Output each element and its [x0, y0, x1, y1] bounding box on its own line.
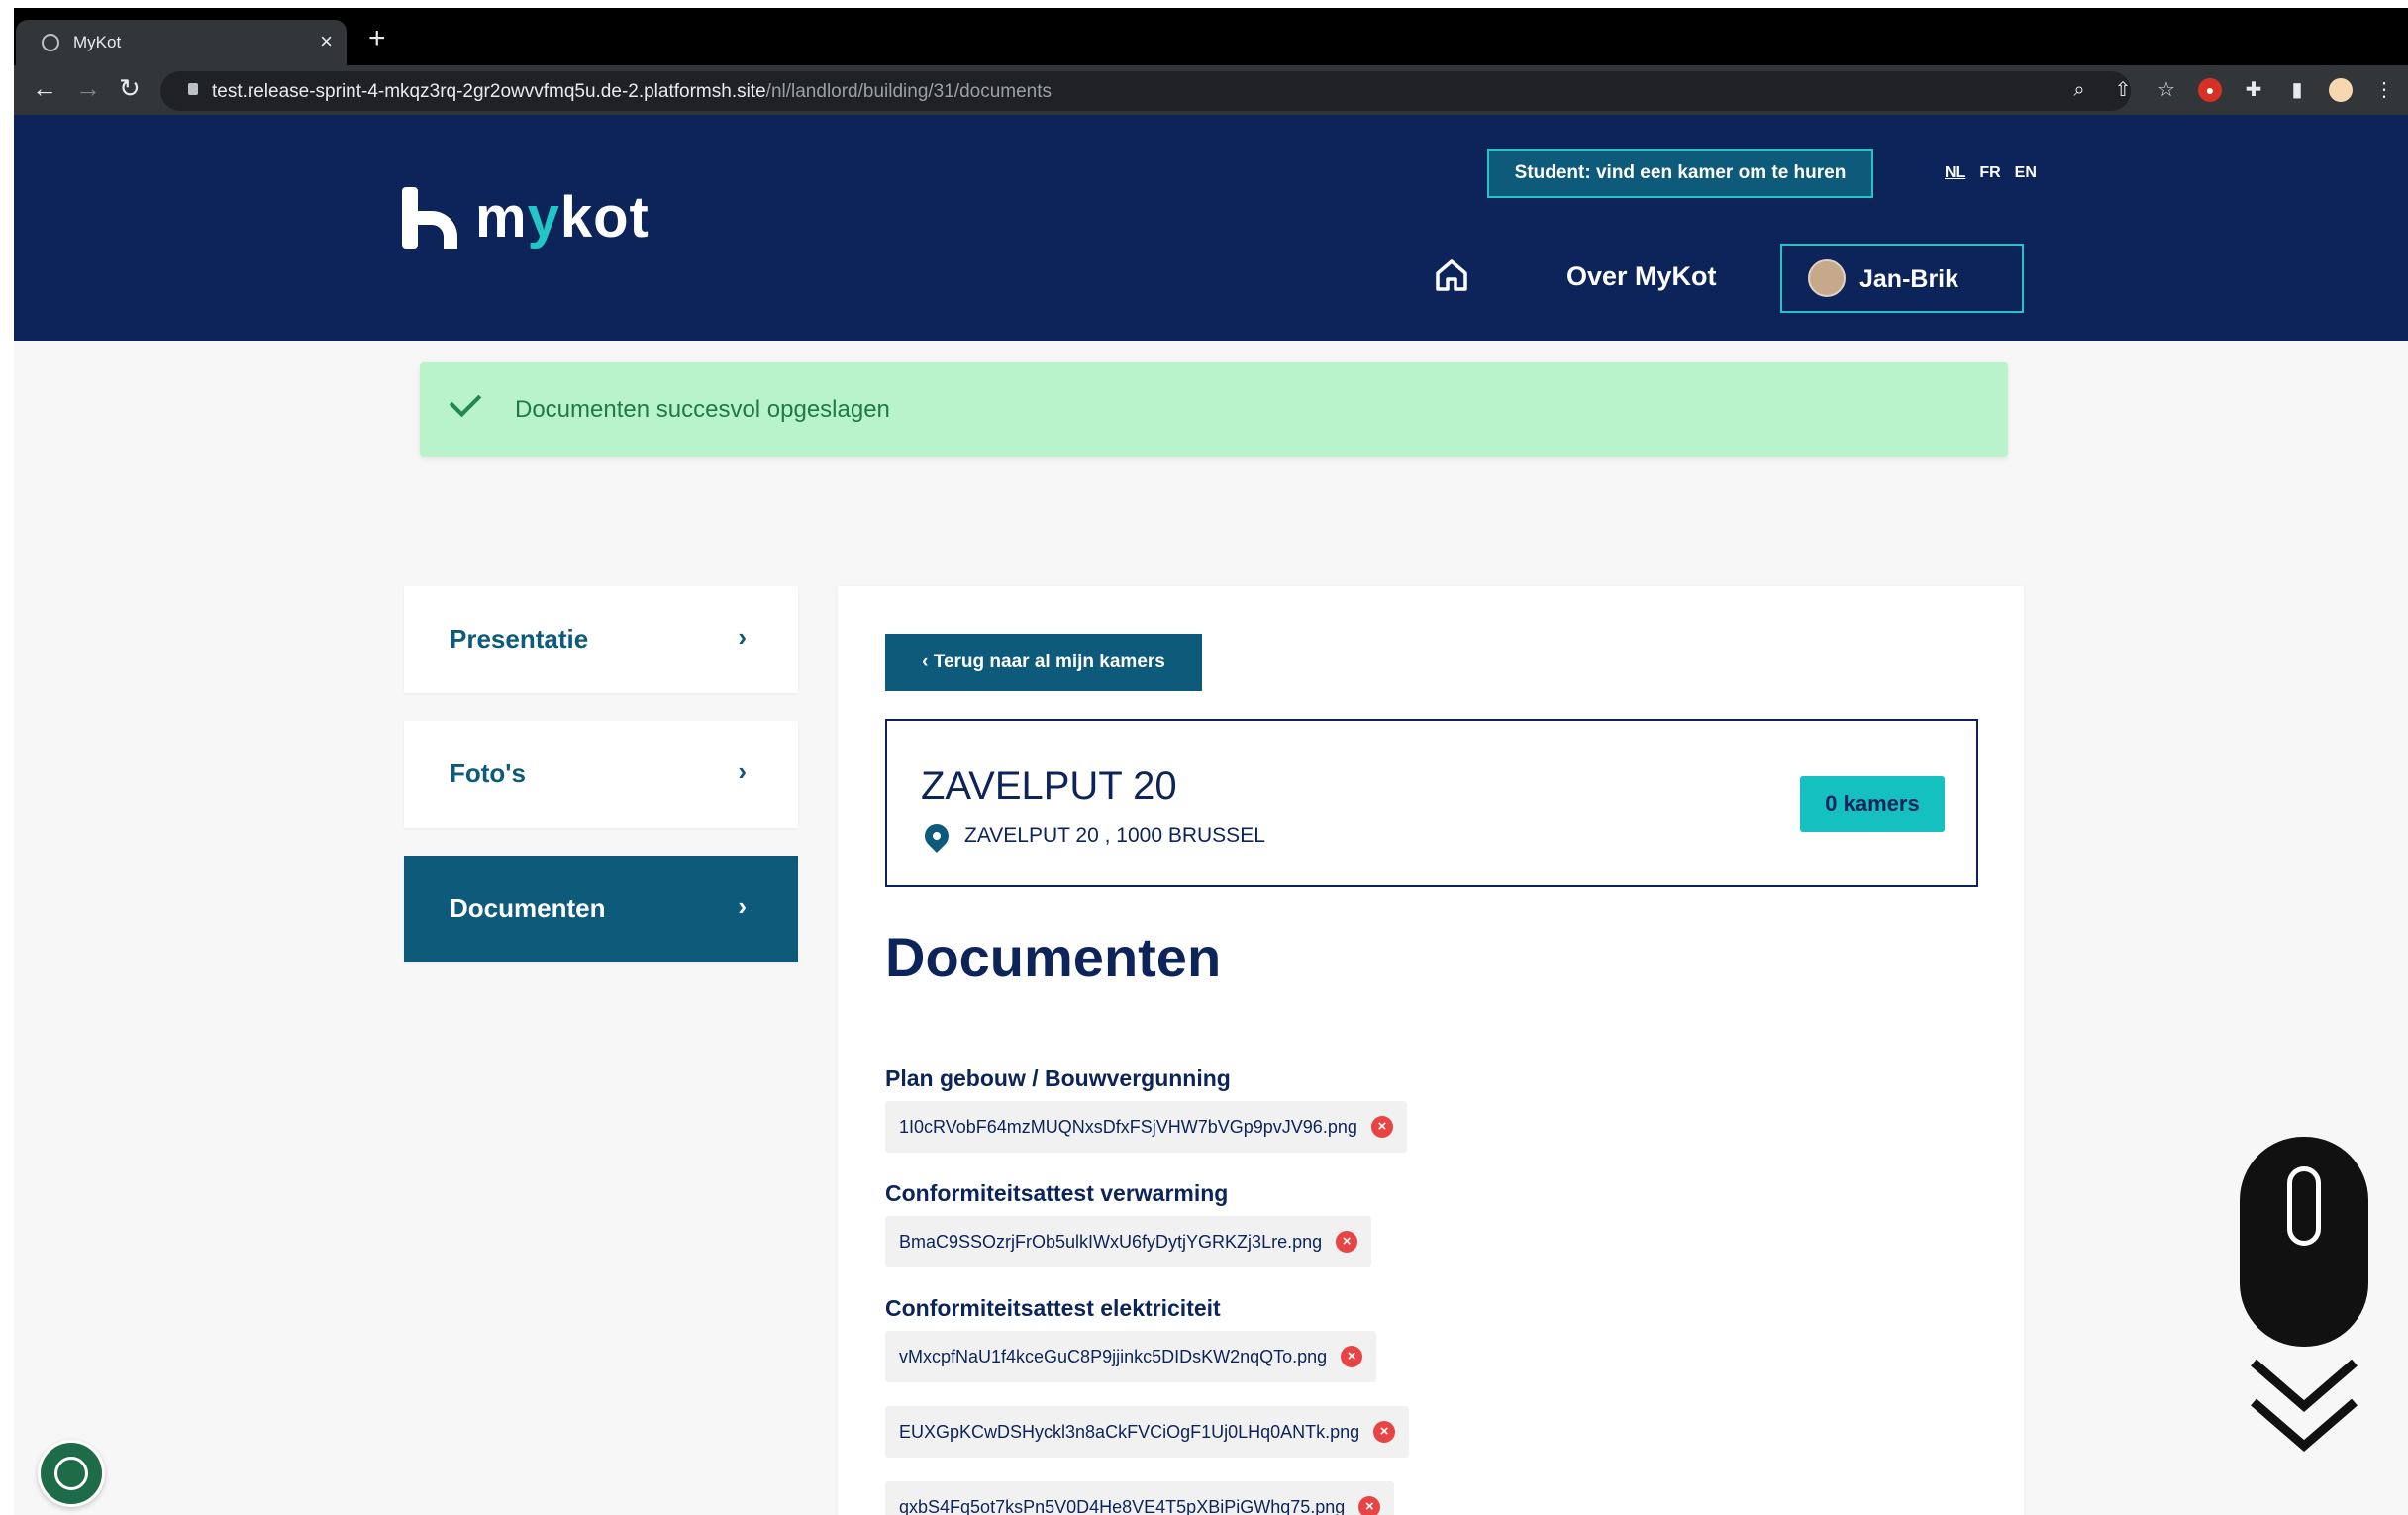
user-name: Jan-Brik [1859, 265, 1959, 293]
language-switcher: NL FR EN [1945, 164, 2037, 182]
back-arrow-icon[interactable]: ← [32, 73, 57, 104]
close-tab-icon[interactable]: × [320, 29, 333, 54]
remove-file-icon[interactable]: × [1336, 1231, 1358, 1253]
sidebar-item-label: Presentatie [450, 624, 589, 654]
side-panel-icon[interactable]: ▮ [2285, 78, 2309, 102]
student-find-room-button[interactable]: Student: vind een kamer om te huren [1487, 149, 1873, 198]
lock-icon [188, 83, 198, 95]
extensions-puzzle-icon[interactable]: ✚ [2242, 78, 2265, 102]
file-name[interactable]: vMxcpfNaU1f4kceGuC8P9jjinkc5DIDsKW2nqQTo… [899, 1347, 1327, 1367]
back-to-rooms-button[interactable]: ‹ Terug naar al mijn kamers [885, 634, 1202, 691]
logo-text-part: kot [559, 185, 650, 250]
checkmark-icon [449, 384, 482, 418]
browser-tab-strip: MyKot × + [14, 8, 2408, 65]
scroll-down-hint [2240, 1137, 2368, 1469]
url-path: /nl/landlord/building/31/documents [765, 81, 1053, 102]
logo-text-accent: y [527, 185, 560, 250]
building-name: ZAVELPUT 20 [921, 764, 1177, 808]
about-mykot-link[interactable]: Over MyKot [1566, 261, 1717, 292]
share-icon[interactable]: ⇧ [2111, 78, 2135, 102]
mouse-icon [2240, 1137, 2368, 1347]
remove-file-icon[interactable]: × [1370, 1116, 1393, 1138]
zoom-icon[interactable]: ⌕ [2067, 78, 2091, 102]
logo-k-icon [402, 186, 459, 249]
lang-en[interactable]: EN [2015, 164, 2037, 182]
forward-arrow-icon[interactable]: → [75, 73, 101, 104]
browser-toolbar: ← → ↻ test.release-sprint-4-mkqz3rq-2gr2… [14, 65, 2408, 115]
url-host: test.release-sprint-4-mkqz3rq-2gr2owvvfm… [212, 81, 766, 102]
file-name[interactable]: EUXGpKCwDSHyckl3n8aCkFVCiOgF1Uj0LHq0ANTk… [899, 1422, 1359, 1443]
file-name[interactable]: qxbS4Fq5ot7ksPn5V0D4He8VE4T5pXBiPiGWhq75… [899, 1497, 1345, 1515]
chevron-right-icon: › [738, 622, 747, 652]
lang-fr[interactable]: FR [1979, 164, 2000, 182]
mykot-logo[interactable]: mykot [402, 184, 650, 251]
page-title: Documenten [885, 926, 1222, 988]
address-bar[interactable]: test.release-sprint-4-mkqz3rq-2gr2owvvfm… [160, 71, 2131, 111]
alert-message: Documenten succesvol opgeslagen [515, 396, 890, 423]
menu-icon[interactable]: ⋮ [2372, 78, 2396, 102]
browser-toolbar-icons: ⌕ ⇧ ☆ ● ✚ ▮ ⋮ [2067, 73, 2396, 107]
section-label-electricity: Conformiteitsattest elektriciteit [885, 1295, 1221, 1321]
chevron-right-icon: › [738, 757, 747, 786]
file-chip: vMxcpfNaU1f4kceGuC8P9jjinkc5DIDsKW2nqQTo… [885, 1331, 1377, 1382]
logo-text-part: m [475, 185, 528, 250]
file-chip: 1I0cRVobF64mzMUQNxsDfxFSjVHW7bVGp9pvJV96… [885, 1101, 1407, 1153]
reload-icon[interactable]: ↻ [119, 73, 141, 104]
profile-avatar-icon[interactable] [2329, 78, 2353, 102]
remove-file-icon[interactable]: × [1373, 1421, 1396, 1443]
cookie-settings-button[interactable] [38, 1440, 105, 1507]
remove-file-icon[interactable]: × [1341, 1346, 1363, 1367]
globe-icon [42, 34, 59, 51]
file-name[interactable]: 1I0cRVobF64mzMUQNxsDfxFSjVHW7bVGp9pvJV96… [899, 1117, 1357, 1138]
tab-title: MyKot [73, 33, 122, 51]
page-body: Documenten succesvol opgeslagen Presenta… [14, 341, 2408, 1515]
building-summary: ZAVELPUT 20 ZAVELPUT 20 , 1000 BRUSSEL 0… [885, 719, 1978, 887]
url-text: test.release-sprint-4-mkqz3rq-2gr2owvvfm… [212, 81, 1052, 103]
section-label-plan: Plan gebouw / Bouwvergunning [885, 1065, 1231, 1091]
user-menu-button[interactable]: Jan-Brik [1780, 244, 2024, 313]
location-pin-icon [920, 819, 953, 853]
rooms-count-badge[interactable]: 0 kamers [1800, 776, 1945, 832]
bookmark-star-icon[interactable]: ☆ [2155, 78, 2178, 102]
file-chip: qxbS4Fq5ot7ksPn5V0D4He8VE4T5pXBiPiGWhq75… [885, 1481, 1395, 1515]
screen: MyKot × + ← → ↻ test.release-sprint-4-mk… [0, 0, 2408, 1515]
chevron-left-icon: ‹ [922, 652, 934, 672]
sidebar-item-label: Foto's [450, 758, 526, 788]
chevron-down-icon [2251, 1398, 2358, 1452]
extension-icon[interactable]: ● [2198, 78, 2222, 102]
building-address: ZAVELPUT 20 , 1000 BRUSSEL [964, 824, 1265, 847]
cookie-icon [54, 1457, 88, 1490]
home-icon[interactable] [1434, 257, 1469, 293]
new-tab-icon[interactable]: + [368, 22, 386, 55]
file-chip: EUXGpKCwDSHyckl3n8aCkFVCiOgF1Uj0LHq0ANTk… [885, 1406, 1410, 1458]
documents-card: ‹ Terug naar al mijn kamers ZAVELPUT 20 … [838, 586, 2024, 1515]
back-button-label: Terug naar al mijn kamers [933, 652, 1165, 672]
avatar [1808, 259, 1846, 297]
file-chip: BmaC9SSOzrjFrOb5ulkIWxU6fyDytjYGRKZj3Lre… [885, 1216, 1372, 1267]
logo-text: mykot [475, 184, 650, 251]
section-label-heating: Conformiteitsattest verwarming [885, 1180, 1229, 1206]
file-name[interactable]: BmaC9SSOzrjFrOb5ulkIWxU6fyDytjYGRKZj3Lre… [899, 1232, 1322, 1253]
chevron-right-icon: › [738, 891, 747, 921]
sidebar-item-label: Documenten [450, 893, 606, 923]
remove-file-icon[interactable]: × [1358, 1496, 1381, 1515]
sidebar-item-fotos[interactable]: Foto's › [404, 721, 798, 828]
sidebar-item-presentatie[interactable]: Presentatie › [404, 586, 798, 693]
lang-nl[interactable]: NL [1945, 164, 1965, 182]
browser-tab[interactable]: MyKot × [16, 20, 347, 65]
site-header: mykot Student: vind een kamer om te hure… [14, 115, 2408, 341]
sidebar-item-documenten[interactable]: Documenten › [404, 856, 798, 962]
success-alert: Documenten succesvol opgeslagen [420, 362, 2008, 457]
